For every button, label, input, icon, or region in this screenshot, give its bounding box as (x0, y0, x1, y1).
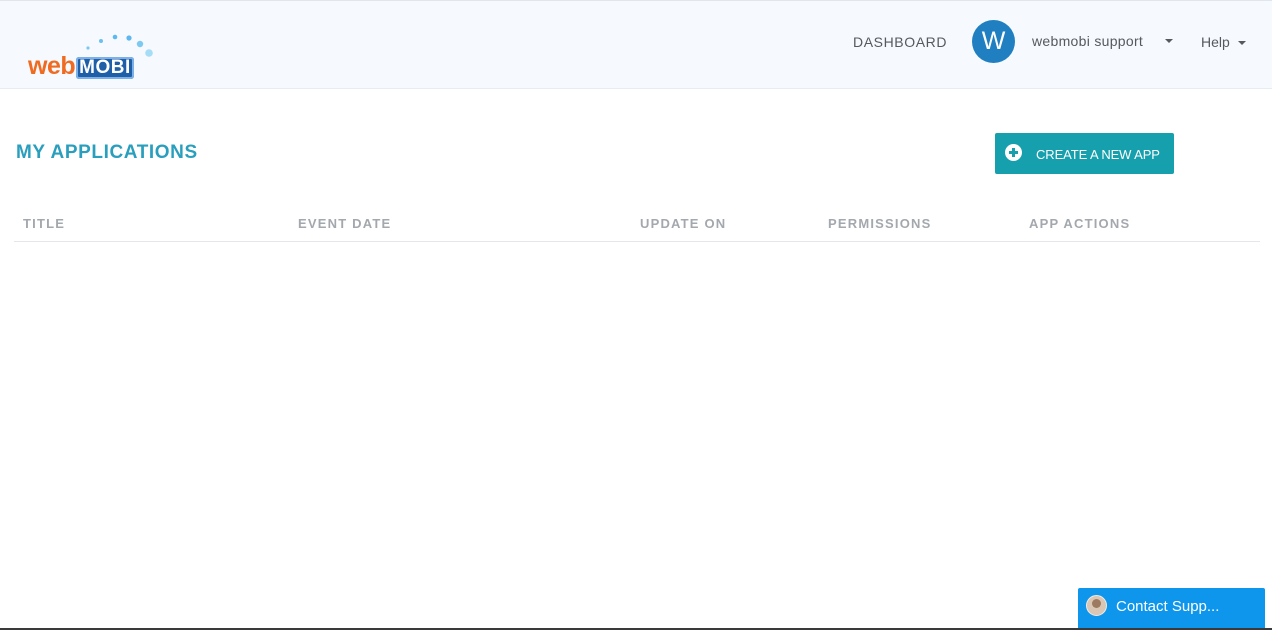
nav-dashboard-link[interactable]: DASHBOARD (853, 34, 947, 50)
help-menu-toggle[interactable]: Help (1201, 34, 1230, 50)
user-avatar[interactable]: W (972, 20, 1015, 63)
create-new-app-label: CREATE A NEW APP (1036, 147, 1160, 162)
column-header-update-on[interactable]: UPDATE ON (640, 216, 726, 231)
user-menu-toggle[interactable]: webmobi support (1032, 33, 1143, 49)
contact-support-label: Contact Supp... (1116, 598, 1220, 615)
top-navbar: web MOBI DASHBOARD W webmobi support Hel… (0, 0, 1272, 89)
column-header-title[interactable]: TITLE (23, 216, 65, 231)
column-header-app-actions[interactable]: APP ACTIONS (1029, 216, 1130, 231)
webmobi-logo[interactable]: web MOBI (28, 31, 160, 83)
plus-circle-icon (1005, 144, 1022, 161)
column-header-permissions[interactable]: PERMISSIONS (828, 216, 932, 231)
support-agent-avatar-icon (1086, 595, 1107, 616)
create-new-app-button[interactable]: CREATE A NEW APP (995, 133, 1174, 174)
page-title: MY APPLICATIONS (16, 142, 198, 163)
user-menu-caret-icon[interactable] (1165, 39, 1173, 43)
contact-support-chat-button[interactable]: Contact Supp... (1078, 588, 1265, 628)
help-caret-icon[interactable] (1238, 41, 1246, 45)
logo-text-web: web (28, 52, 76, 80)
applications-table-header: TITLE EVENT DATE UPDATE ON PERMISSIONS A… (14, 208, 1260, 242)
logo-text-mobi: MOBI (76, 57, 134, 79)
column-header-event-date[interactable]: EVENT DATE (298, 216, 391, 231)
